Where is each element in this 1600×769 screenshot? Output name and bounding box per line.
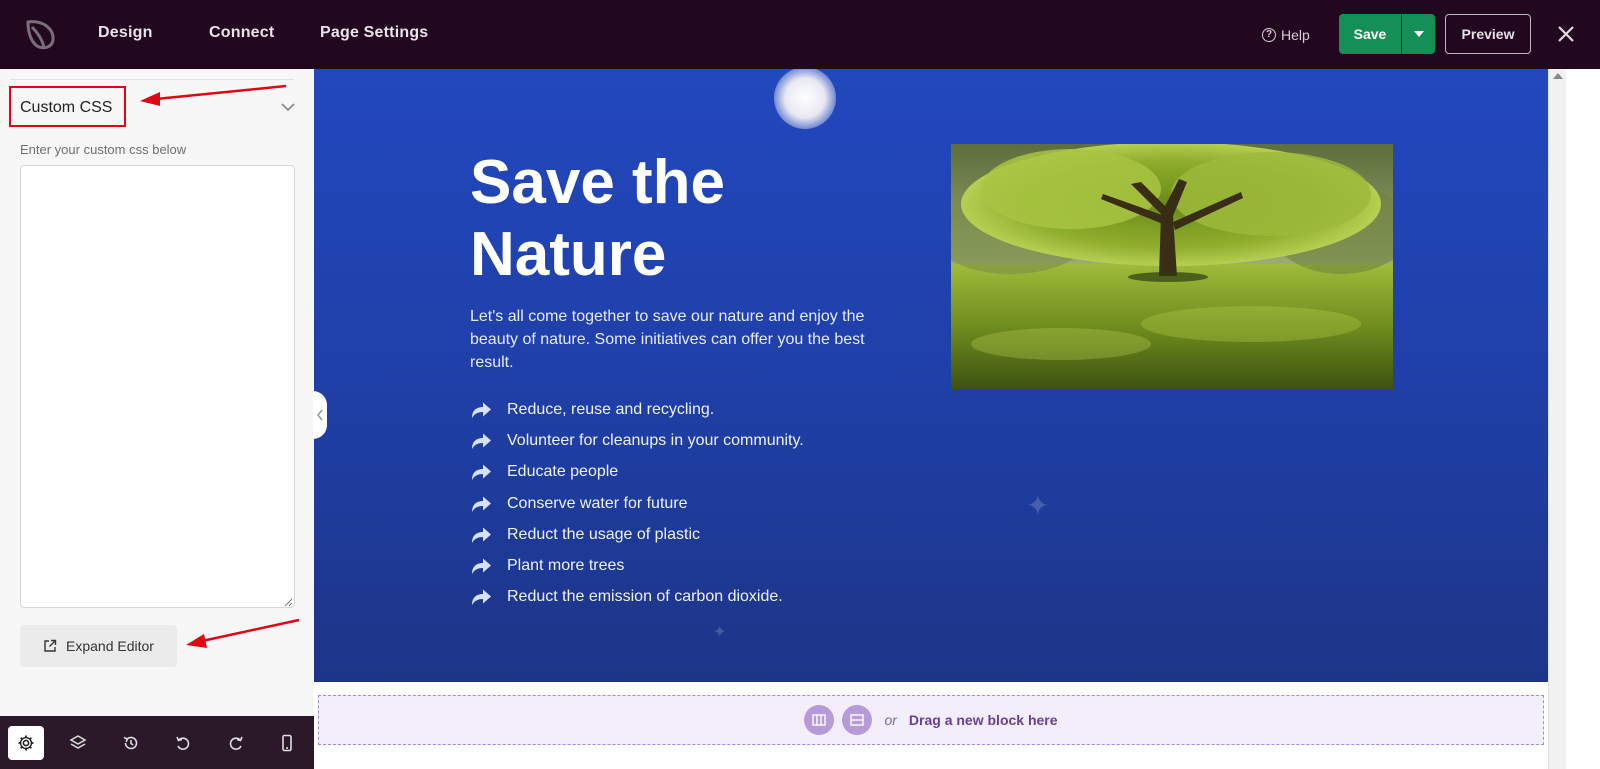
external-link-icon xyxy=(44,639,57,652)
canvas-scrollbar[interactable] xyxy=(1548,69,1566,769)
annotation-arrow-icon xyxy=(140,84,287,106)
history-tool[interactable] xyxy=(113,726,149,760)
preview-button[interactable]: Preview xyxy=(1445,14,1531,54)
redo-icon xyxy=(229,736,243,750)
section-icon xyxy=(850,714,865,726)
list-item: Plant more trees xyxy=(470,550,804,581)
settings-tool[interactable] xyxy=(8,726,44,760)
close-icon[interactable] xyxy=(1554,22,1578,46)
share-arrow-icon xyxy=(472,527,491,543)
share-arrow-icon xyxy=(472,558,491,575)
custom-css-input[interactable] xyxy=(20,165,295,608)
settings-sidebar: Custom CSS Enter your custom css below E… xyxy=(0,69,314,769)
hero-description[interactable]: Let's all come together to save our natu… xyxy=(470,305,910,374)
dropzone-or-text: or xyxy=(884,712,897,728)
nav-connect[interactable]: Connect xyxy=(209,24,274,42)
list-item-text: Conserve water for future xyxy=(507,494,688,512)
list-item: Reduct the emission of carbon dioxide. xyxy=(470,582,804,613)
list-item: Reduct the usage of plastic xyxy=(470,519,804,550)
dropzone-cta: Drag a new block here xyxy=(908,712,1058,728)
expand-editor-button[interactable]: Expand Editor xyxy=(20,625,177,667)
nav-design[interactable]: Design xyxy=(98,24,153,42)
list-item: Volunteer for cleanups in your community… xyxy=(470,425,804,456)
undo-icon xyxy=(176,736,190,750)
list-item: Conserve water for future xyxy=(470,488,804,519)
add-section-button[interactable] xyxy=(842,705,873,735)
hero-section[interactable]: ✦ ✦ Save the Nature Let's all come toget… xyxy=(314,69,1548,682)
list-item-text: Reduce, reuse and recycling. xyxy=(507,400,715,418)
sidebar-collapse-handle[interactable] xyxy=(313,391,327,439)
list-item-text: Plant more trees xyxy=(507,557,625,575)
save-button[interactable]: Save xyxy=(1339,14,1401,54)
history-icon xyxy=(123,736,138,750)
mobile-icon xyxy=(282,734,292,752)
list-item-text: Educate people xyxy=(507,463,619,481)
moon-decoration xyxy=(774,69,836,129)
seedprod-logo-icon[interactable] xyxy=(22,16,58,52)
add-columns-button[interactable] xyxy=(804,705,835,735)
share-arrow-icon xyxy=(472,589,491,606)
initiatives-list[interactable]: Reduce, reuse and recycling. Volunteer f… xyxy=(470,394,804,613)
list-item: Educate people xyxy=(470,457,804,488)
list-item-text: Volunteer for cleanups in your community… xyxy=(507,431,804,449)
resize-grip-icon[interactable] xyxy=(283,597,293,607)
tree-in-meadow-image[interactable] xyxy=(951,144,1393,390)
redo-tool[interactable] xyxy=(218,726,254,760)
share-arrow-icon xyxy=(472,402,491,418)
gear-icon xyxy=(18,735,34,751)
bottom-toolbar xyxy=(0,716,314,769)
section-title[interactable]: Custom CSS xyxy=(20,99,112,117)
mobile-preview-tool[interactable] xyxy=(269,726,305,760)
hero-title[interactable]: Save the Nature xyxy=(470,147,890,291)
undo-tool[interactable] xyxy=(165,726,201,760)
list-item-text: Reduct the usage of plastic xyxy=(507,525,701,543)
share-arrow-icon xyxy=(472,496,491,512)
help-link[interactable]: ? Help xyxy=(1262,27,1310,43)
sparkle-icon: ✦ xyxy=(1026,490,1050,521)
divider xyxy=(10,79,294,80)
expand-editor-label: Expand Editor xyxy=(66,638,154,654)
scroll-up-icon[interactable] xyxy=(1553,73,1563,79)
columns-icon xyxy=(812,714,827,726)
share-arrow-icon xyxy=(472,464,491,481)
list-item: Reduce, reuse and recycling. xyxy=(470,394,804,425)
help-icon: ? xyxy=(1262,28,1276,42)
nav-page-settings[interactable]: Page Settings xyxy=(320,24,428,42)
list-item-text: Reduct the emission of carbon dioxide. xyxy=(507,588,783,606)
helper-text: Enter your custom css below xyxy=(20,142,187,157)
share-arrow-icon xyxy=(472,433,491,449)
sparkle-icon: ✦ xyxy=(713,624,727,641)
annotation-arrow-icon xyxy=(186,618,300,648)
layers-tool[interactable] xyxy=(60,726,96,760)
save-options-dropdown[interactable] xyxy=(1402,14,1435,54)
add-block-dropzone[interactable]: or Drag a new block here xyxy=(318,695,1544,745)
page-canvas: ✦ ✦ Save the Nature Let's all come toget… xyxy=(313,69,1600,769)
chevron-left-icon xyxy=(317,409,323,421)
layers-icon xyxy=(69,735,87,749)
help-label: Help xyxy=(1281,27,1310,43)
top-bar: Design Connect Page Settings ? Help Save… xyxy=(0,0,1600,69)
